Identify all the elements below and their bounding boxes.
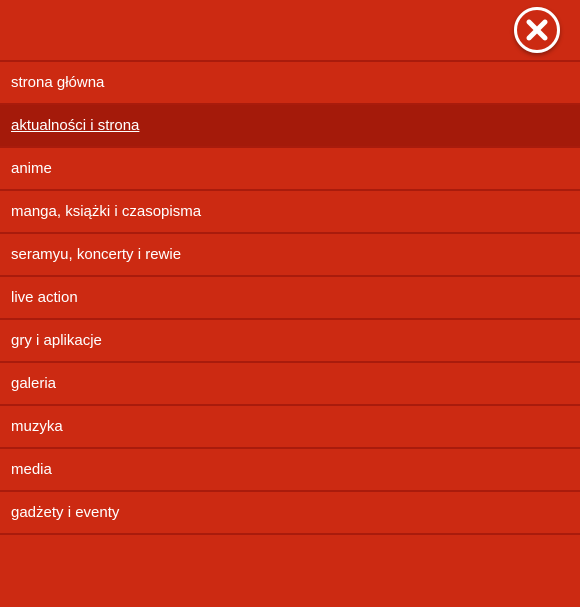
menu-item-label: gry i aplikacje xyxy=(11,332,102,349)
menu-item-label: aktualności i strona xyxy=(11,117,140,134)
menu-item-anime[interactable]: anime xyxy=(0,148,580,191)
menu-item-label: strona główna xyxy=(11,74,105,91)
menu-item-label: anime xyxy=(11,160,52,177)
menu-item-live-action[interactable]: live action xyxy=(0,277,580,320)
menu-item-label: manga, książki i czasopisma xyxy=(11,203,202,220)
menu-item-manga[interactable]: manga, książki i czasopisma xyxy=(0,191,580,234)
menu-item-strona-glowna[interactable]: strona główna xyxy=(0,62,580,105)
menu-item-aktualnosci[interactable]: aktualności i strona xyxy=(0,105,580,148)
menu-item-label: galeria xyxy=(11,375,57,392)
menu-item-media[interactable]: media xyxy=(0,449,580,492)
menu-list: strona główna aktualności i strona anime… xyxy=(0,60,580,535)
close-menu-button[interactable] xyxy=(514,7,560,53)
close-icon xyxy=(526,19,548,41)
menu-item-gry[interactable]: gry i aplikacje xyxy=(0,320,580,363)
menu-item-muzyka[interactable]: muzyka xyxy=(0,406,580,449)
menu-item-galeria[interactable]: galeria xyxy=(0,363,580,406)
menu-item-label: live action xyxy=(11,289,78,306)
menu-item-label: muzyka xyxy=(11,418,63,435)
menu-item-label: gadżety i eventy xyxy=(11,504,120,521)
navigation-menu-panel: strona główna aktualności i strona anime… xyxy=(0,0,580,607)
menu-item-gadzety[interactable]: gadżety i eventy xyxy=(0,492,580,535)
menu-item-seramyu[interactable]: seramyu, koncerty i rewie xyxy=(0,234,580,277)
menu-item-label: media xyxy=(11,461,52,478)
menu-item-label: seramyu, koncerty i rewie xyxy=(11,246,182,263)
